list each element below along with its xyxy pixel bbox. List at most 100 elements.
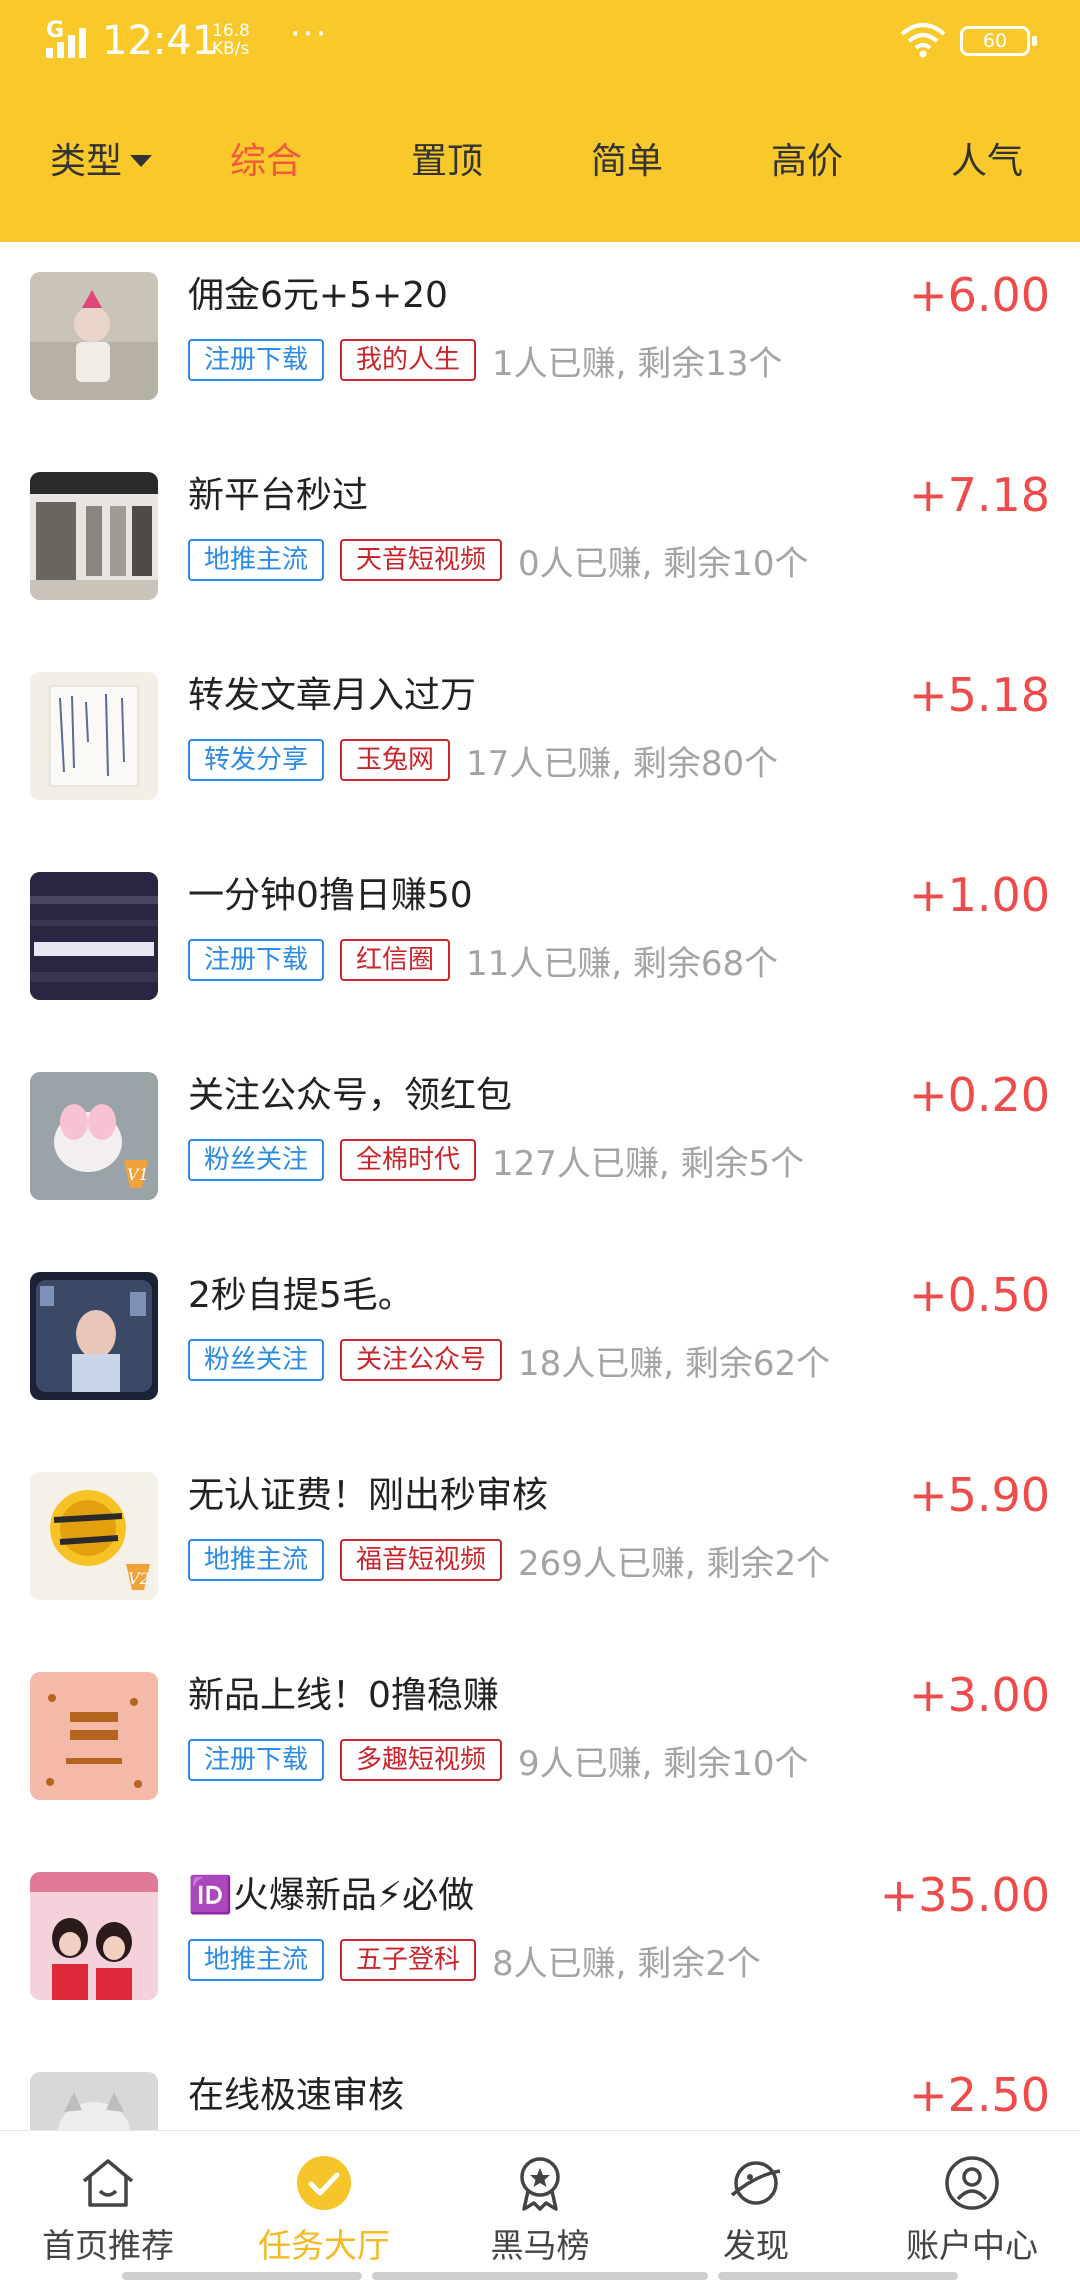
- task-platform-tag: 天音短视频: [340, 539, 503, 581]
- status-time: 12:41: [102, 18, 218, 64]
- task-item[interactable]: V1 关注公众号，领红包 +0.20 粉丝关注 全棉时代 127人已赚, 剩余5…: [0, 1042, 1080, 1242]
- wifi-icon: [900, 23, 946, 58]
- task-price: +0.50: [909, 1268, 1050, 1322]
- more-dots-icon: ···: [290, 14, 329, 54]
- task-price: +5.18: [909, 668, 1050, 722]
- nav-dark-horse[interactable]: 黑马榜: [432, 2131, 648, 2280]
- task-progress-text: 11人已赚, 剩余68个: [466, 943, 779, 984]
- task-progress-text: 18人已赚, 剩余62个: [518, 1343, 831, 1384]
- task-item[interactable]: 新平台秒过 +7.18 地推主流 天音短视频 0人已赚, 剩余10个: [0, 442, 1080, 642]
- tab-popular[interactable]: 人气: [951, 132, 1023, 184]
- battery-icon: 60: [960, 26, 1037, 56]
- nav-account[interactable]: 账户中心: [864, 2131, 1080, 2280]
- nav-home[interactable]: 首页推荐: [0, 2131, 216, 2280]
- task-title: 转发文章月入过万: [188, 675, 477, 716]
- task-thumbnail: [30, 1272, 158, 1400]
- task-price: +2.50: [909, 2068, 1050, 2122]
- task-progress-text: 269人已赚, 剩余2个: [518, 1543, 831, 1584]
- nav-home-label: 首页推荐: [42, 2226, 174, 2265]
- network-speed: 16.8 KB/s: [212, 22, 250, 58]
- task-thumbnail: [30, 672, 158, 800]
- task-item[interactable]: 佣金6元+5+20 +6.00 注册下载 我的人生 1人已赚, 剩余13个: [0, 242, 1080, 442]
- task-item[interactable]: 🆔火爆新品⚡必做 +35.00 地推主流 五子登科 8人已赚, 剩余2个: [0, 1842, 1080, 2042]
- tab-high-price[interactable]: 高价: [771, 132, 843, 184]
- task-item[interactable]: 在线极速审核 +2.50: [0, 2042, 1080, 2130]
- type-dropdown-label: 类型: [50, 141, 123, 182]
- app-header: G 12:41 16.8 KB/s ··· 60 类型 综合 置顶 简单 高价: [0, 0, 1080, 242]
- task-thumbnail: [30, 1872, 158, 2000]
- status-bar: G 12:41 16.8 KB/s ··· 60: [0, 0, 1080, 90]
- task-platform-tag: 我的人生: [340, 339, 477, 381]
- task-tags: 注册下载 红信圈 11人已赚, 剩余68个: [188, 938, 779, 984]
- task-category-tag: 粉丝关注: [188, 1339, 325, 1381]
- caret-down-icon: [130, 155, 153, 167]
- network-type-label: G: [46, 18, 65, 43]
- user-icon: [945, 2156, 999, 2210]
- task-price: +3.00: [909, 1668, 1050, 1722]
- task-title: 在线极速审核: [188, 2075, 405, 2116]
- task-tags: 注册下载 我的人生 1人已赚, 剩余13个: [188, 338, 783, 384]
- task-tags: 地推主流 五子登科 8人已赚, 剩余2个: [188, 1938, 761, 1984]
- task-category-tag: 地推主流: [188, 539, 325, 581]
- task-category-tag: 地推主流: [188, 1939, 325, 1981]
- tab-comprehensive[interactable]: 综合: [230, 132, 302, 184]
- task-thumbnail: [30, 872, 158, 1000]
- tab-simple[interactable]: 简单: [591, 132, 663, 184]
- svg-text:V1: V1: [127, 1165, 149, 1184]
- task-progress-text: 17人已赚, 剩余80个: [466, 743, 779, 784]
- task-tags: 地推主流 天音短视频 0人已赚, 剩余10个: [188, 538, 809, 584]
- task-item[interactable]: 转发文章月入过万 +5.18 转发分享 玉兔网 17人已赚, 剩余80个: [0, 642, 1080, 842]
- task-platform-tag: 关注公众号: [340, 1339, 503, 1381]
- task-tags: 地推主流 福音短视频 269人已赚, 剩余2个: [188, 1538, 831, 1584]
- task-progress-text: 0人已赚, 剩余10个: [518, 543, 809, 584]
- medal-icon: [520, 2157, 560, 2211]
- task-tags: 粉丝关注 全棉时代 127人已赚, 剩余5个: [188, 1138, 805, 1184]
- task-item[interactable]: 2秒自提5毛。 +0.50 粉丝关注 关注公众号 18人已赚, 剩余62个: [0, 1242, 1080, 1442]
- task-platform-tag: 五子登科: [340, 1939, 477, 1981]
- task-price: +5.90: [909, 1468, 1050, 1522]
- planet-icon: [730, 2161, 781, 2205]
- task-title: 一分钟0撸日赚50: [188, 875, 473, 916]
- task-item[interactable]: 一分钟0撸日赚50 +1.00 注册下载 红信圈 11人已赚, 剩余68个: [0, 842, 1080, 1042]
- type-dropdown[interactable]: 类型: [50, 132, 153, 184]
- nav-account-label: 账户中心: [906, 2226, 1038, 2265]
- gesture-bar: [372, 2272, 708, 2280]
- task-price: +6.00: [909, 268, 1050, 322]
- battery-level: 60: [982, 30, 1008, 52]
- task-title: 无认证费！刚出秒审核: [188, 1475, 549, 1516]
- task-item[interactable]: V2 无认证费！刚出秒审核 +5.90 地推主流 福音短视频 269人已赚, 剩…: [0, 1442, 1080, 1642]
- nav-discover[interactable]: 发现: [648, 2131, 864, 2280]
- task-price: +0.20: [909, 1068, 1050, 1122]
- task-category-tag: 地推主流: [188, 1539, 325, 1581]
- network-speed-unit: KB/s: [212, 39, 250, 59]
- task-tags: 粉丝关注 关注公众号 18人已赚, 剩余62个: [188, 1338, 831, 1384]
- task-thumbnail: [30, 472, 158, 600]
- task-platform-tag: 福音短视频: [340, 1539, 503, 1581]
- task-title: 2秒自提5毛。: [188, 1275, 414, 1316]
- signal-icon: G: [46, 18, 96, 58]
- nav-discover-label: 发现: [723, 2226, 789, 2265]
- task-progress-text: 127人已赚, 剩余5个: [492, 1143, 805, 1184]
- task-thumbnail: [30, 2072, 158, 2130]
- task-platform-tag: 玉兔网: [340, 739, 451, 781]
- task-category-tag: 注册下载: [188, 1739, 325, 1781]
- task-category-tag: 粉丝关注: [188, 1139, 325, 1181]
- task-platform-tag: 红信圈: [340, 939, 451, 981]
- task-price: +1.00: [909, 868, 1050, 922]
- home-icon: [82, 2159, 134, 2207]
- nav-task-hall-label: 任务大厅: [258, 2226, 390, 2265]
- task-progress-text: 1人已赚, 剩余13个: [492, 343, 783, 384]
- nav-task-hall[interactable]: 任务大厅: [216, 2131, 432, 2280]
- task-tags: 转发分享 玉兔网 17人已赚, 剩余80个: [188, 738, 779, 784]
- task-platform-tag: 多趣短视频: [340, 1739, 503, 1781]
- tab-pinned[interactable]: 置顶: [411, 132, 483, 184]
- task-title: 佣金6元+5+20: [188, 275, 448, 316]
- task-category-tag: 注册下载: [188, 339, 325, 381]
- svg-text:V2: V2: [128, 1569, 150, 1588]
- task-title: 新品上线！0撸稳赚: [188, 1675, 499, 1716]
- bottom-navigation: 首页推荐 任务大厅 黑马榜 发现 账户中心: [0, 2130, 1080, 2280]
- task-thumbnail: [30, 272, 158, 400]
- nav-dark-horse-label: 黑马榜: [490, 2226, 590, 2265]
- network-speed-value: 16.8: [212, 21, 250, 41]
- task-item[interactable]: 新品上线！0撸稳赚 +3.00 注册下载 多趣短视频 9人已赚, 剩余10个: [0, 1642, 1080, 1842]
